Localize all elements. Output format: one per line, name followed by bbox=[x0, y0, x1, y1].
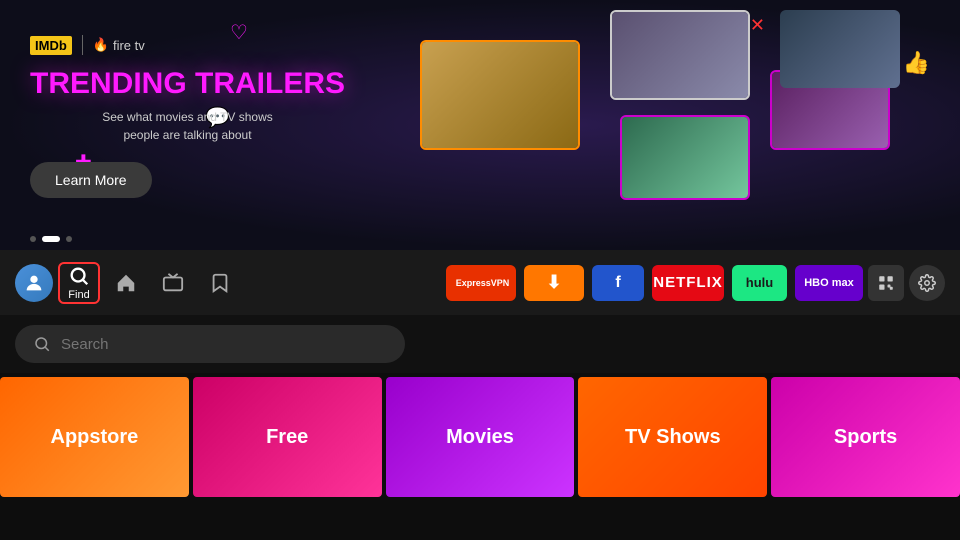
tvshows-tile[interactable]: TV Shows bbox=[578, 377, 767, 497]
learn-more-button[interactable]: Learn More bbox=[30, 162, 152, 198]
search-container[interactable] bbox=[15, 325, 405, 363]
dot-1[interactable] bbox=[30, 236, 36, 242]
filelinked-app[interactable]: f bbox=[592, 265, 644, 301]
all-apps-button[interactable] bbox=[868, 265, 904, 301]
flame-icon: 🔥 bbox=[93, 37, 109, 53]
hero-subtitle: See what movies and TV shows people are … bbox=[30, 108, 345, 144]
logo-bar: IMDb 🔥 fire tv bbox=[30, 35, 345, 55]
free-tile[interactable]: Free bbox=[193, 377, 382, 497]
firetv-logo: 🔥 fire tv bbox=[93, 37, 145, 53]
hero-left-content: IMDb 🔥 fire tv TRENDING TRAILERS See wha… bbox=[30, 35, 345, 198]
find-nav-item[interactable]: Find bbox=[58, 262, 100, 304]
search-input[interactable] bbox=[61, 336, 387, 353]
hulu-app[interactable]: hulu bbox=[732, 265, 787, 301]
search-icon bbox=[33, 335, 51, 353]
hero-title: TRENDING TRAILERS bbox=[30, 67, 345, 100]
hero-images bbox=[340, 0, 960, 250]
sports-tile[interactable]: Sports bbox=[771, 377, 960, 497]
movie-thumb-5 bbox=[780, 10, 900, 88]
find-label: Find bbox=[68, 289, 89, 301]
user-avatar[interactable] bbox=[15, 264, 53, 302]
movies-tile[interactable]: Movies bbox=[386, 377, 575, 497]
live-nav-item[interactable] bbox=[152, 262, 194, 304]
movie-thumb-1 bbox=[420, 40, 580, 150]
app-shortcuts: ExpressVPN ⬇ f NETFLIX hulu HBO max bbox=[446, 265, 863, 301]
carousel-dots bbox=[30, 236, 72, 242]
category-tiles: Appstore Free Movies TV Shows Sports bbox=[0, 377, 960, 497]
downloader-app[interactable]: ⬇ bbox=[524, 265, 584, 301]
expressvpn-app[interactable]: ExpressVPN bbox=[446, 265, 516, 301]
dot-3[interactable] bbox=[66, 236, 72, 242]
navigation-bar: Find ExpressVPN ⬇ f NETFLIX hulu H bbox=[0, 250, 960, 315]
settings-button[interactable] bbox=[909, 265, 945, 301]
search-row bbox=[0, 315, 960, 373]
home-nav-item[interactable] bbox=[105, 262, 147, 304]
wishlist-nav-item[interactable] bbox=[199, 262, 241, 304]
hero-banner: IMDb 🔥 fire tv TRENDING TRAILERS See wha… bbox=[0, 0, 960, 250]
movie-thumb-3 bbox=[620, 115, 750, 200]
dot-2[interactable] bbox=[42, 236, 60, 242]
netflix-app[interactable]: NETFLIX bbox=[652, 265, 724, 301]
logo-divider bbox=[82, 35, 83, 55]
movie-thumb-2 bbox=[610, 10, 750, 100]
hbomax-app[interactable]: HBO max bbox=[795, 265, 863, 301]
imdb-logo: IMDb bbox=[30, 36, 72, 55]
appstore-tile[interactable]: Appstore bbox=[0, 377, 189, 497]
